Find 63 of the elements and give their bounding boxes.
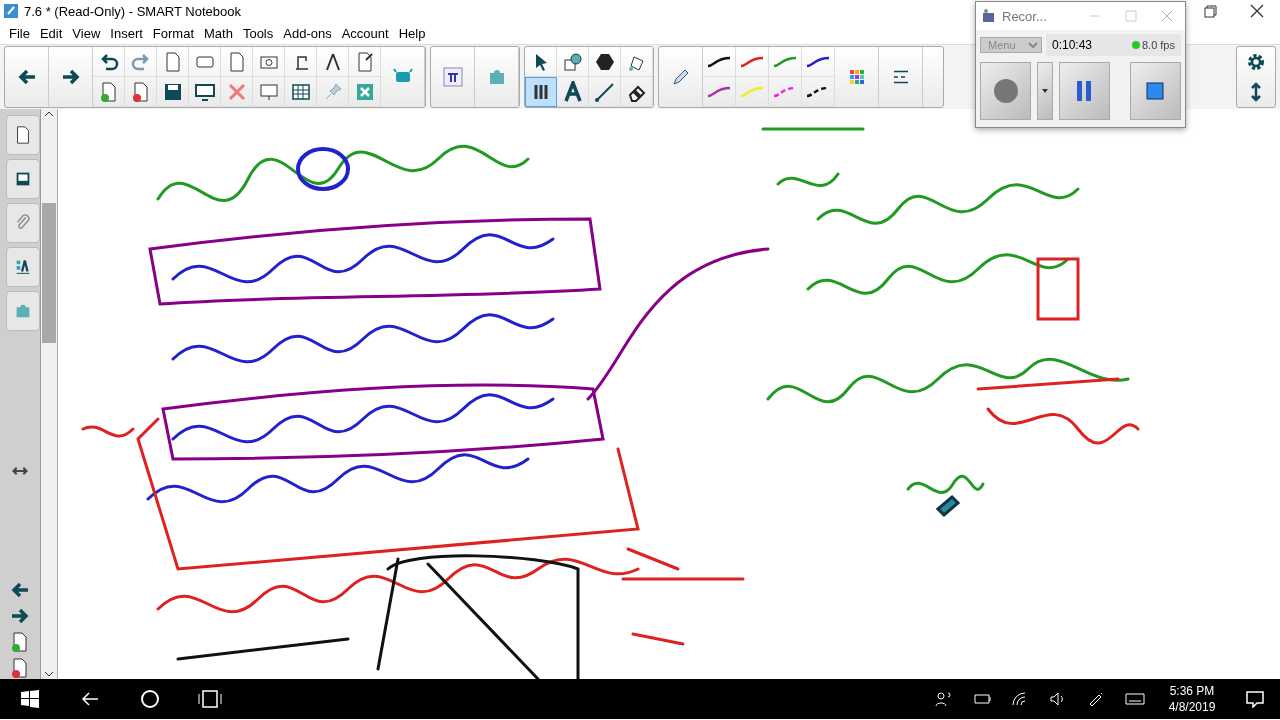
stop-button[interactable] [1129,62,1181,120]
pen-stroke-icon [772,54,798,69]
pen-stroke-icon [805,54,831,69]
pen-button[interactable] [802,77,835,107]
scroll-up-icon[interactable] [43,109,55,119]
menu-item[interactable]: Format [147,25,199,41]
shape-icon [561,50,584,73]
gear-icon [1245,51,1267,73]
pen-stroke-icon [706,84,732,99]
line-style-icon [892,70,909,84]
line-icon [593,80,616,103]
caret-icon [1041,88,1049,94]
pen-button[interactable] [802,47,835,77]
sidebar-tab[interactable] [6,115,40,155]
message-icon [1245,690,1265,708]
clipboard-button[interactable] [221,47,253,77]
window-title: 7.6 * (Read-Only) - SMART Notebook [24,3,241,19]
keyboard-icon [1125,691,1145,707]
save-button[interactable] [157,77,189,107]
battery-icon [973,691,993,707]
pi-icon [441,66,464,88]
menu-item[interactable]: Help [393,25,431,41]
pen-stroke-icon [706,54,732,69]
pause-button[interactable] [1058,62,1111,120]
sidebar-tab[interactable] [6,247,40,287]
elapsed-time: 0:10:43 [1052,38,1093,52]
camera-button[interactable] [253,47,285,77]
pause-icon [1075,79,1094,103]
stop-icon [1146,82,1165,100]
projector-screen-button[interactable] [253,77,285,107]
sidebar-tab[interactable] [6,159,40,199]
scroll-down-icon[interactable] [43,669,55,679]
menu-item[interactable]: View [67,25,106,41]
menu-item[interactable]: Edit [34,25,68,41]
table-button[interactable] [285,77,317,107]
menu-item[interactable]: Insert [105,25,148,41]
compass-button[interactable] [317,47,349,77]
document-camera-button[interactable] [285,47,317,77]
menu-item[interactable]: Add-ons [278,25,337,41]
task-view-icon [197,689,223,709]
document-pen-button[interactable] [349,47,381,77]
menu-item[interactable]: File [4,25,35,41]
notebook-icon [4,4,18,18]
record-button[interactable] [980,62,1032,120]
menu-item[interactable]: Tools [237,25,279,41]
menu-item[interactable]: Math [199,25,238,41]
pen-stroke-icon [739,54,765,69]
monitor-button[interactable] [189,77,221,107]
pen-stroke-icon [739,84,765,99]
undo-button[interactable] [93,47,125,77]
menu-item[interactable]: Account [336,25,394,41]
pen-button[interactable] [703,47,736,77]
tool-button[interactable] [525,77,557,107]
clock-date: 4/8/2019 [1168,699,1216,715]
fps-reading: 8.0 fps [1141,39,1175,51]
clock-time: 5:36 PM [1169,683,1215,699]
delete-page-button[interactable] [125,77,157,107]
scrollbar-thumb[interactable] [42,203,56,343]
circle-icon [140,689,160,709]
record-icon [992,78,1019,104]
status-dot [1131,41,1140,49]
recorder-title: Recor... [1002,8,1047,24]
windows-icon [20,689,40,709]
